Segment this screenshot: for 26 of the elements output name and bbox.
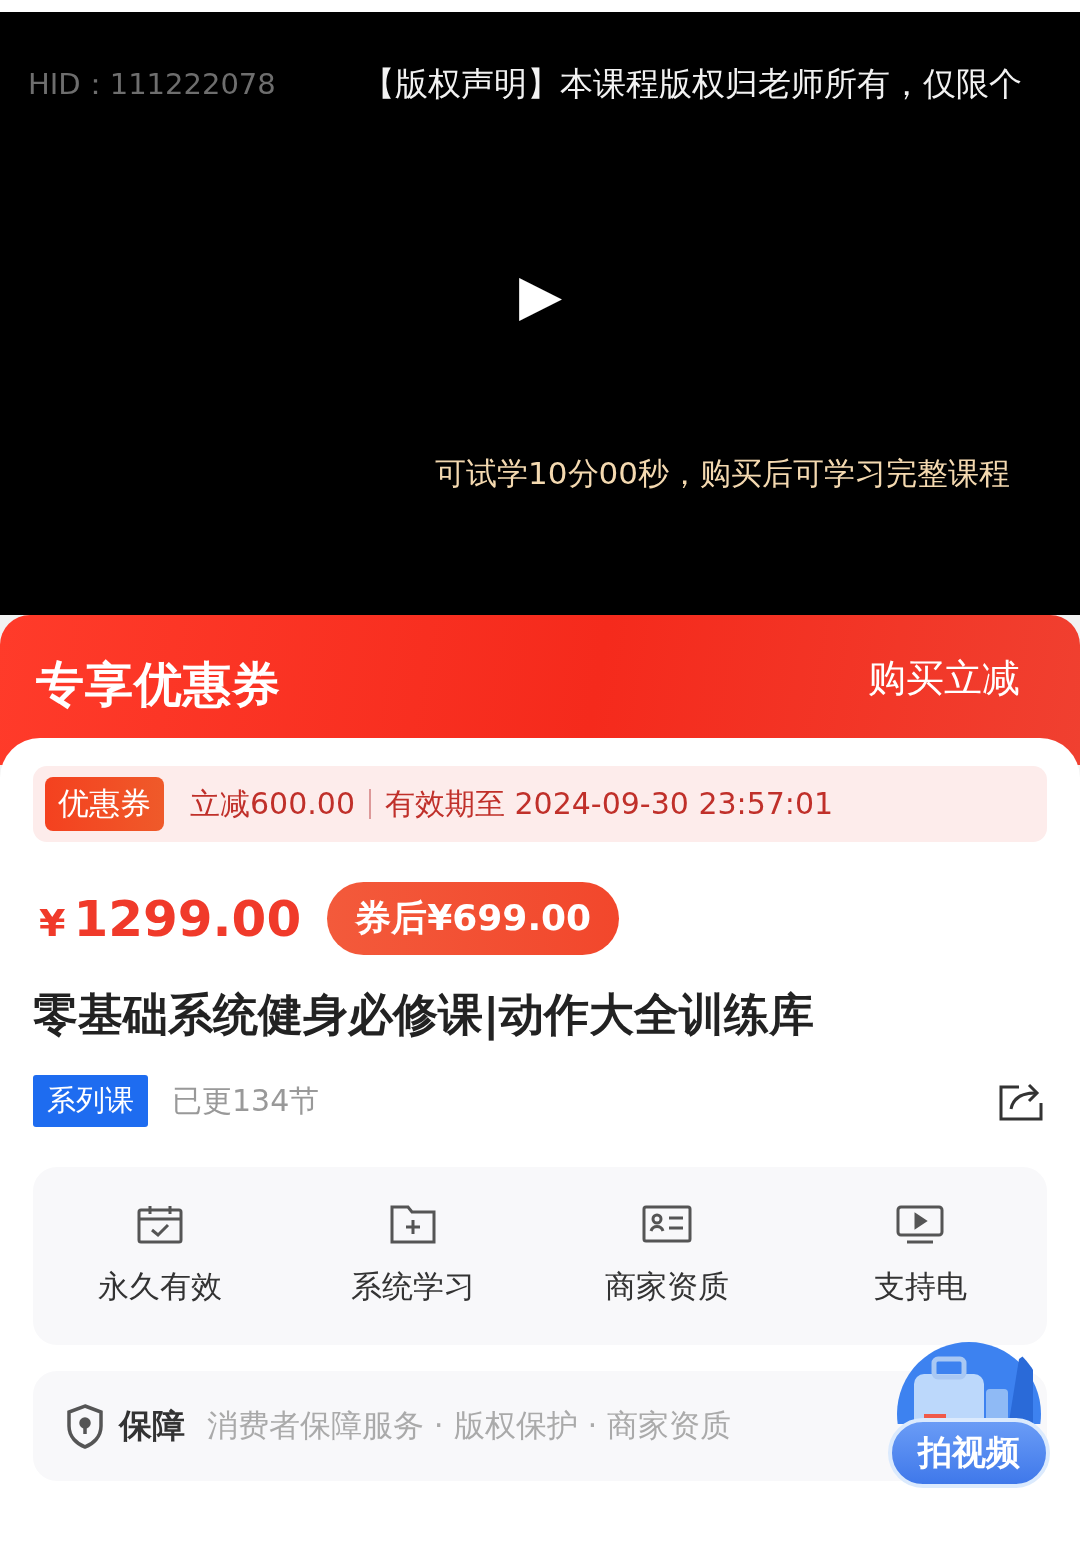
feature-label: 支持电 — [873, 1267, 967, 1306]
guarantee-label: 保障 — [119, 1404, 185, 1447]
guarantee-items: 消费者保障服务 · 版权保护 · 商家资质 — [207, 1406, 732, 1445]
feature-label: 永久有效 — [97, 1267, 222, 1306]
monitor-play-icon — [895, 1204, 946, 1244]
play-button[interactable]: ▶ — [518, 267, 562, 323]
trial-note: 可试学10分00秒，购买后可学习完整课程 — [435, 454, 1010, 493]
copyright-notice: 【版权声明】本课程版权归老师所有，仅限个 — [361, 63, 1022, 105]
folder-icon — [389, 1204, 438, 1244]
banner-action[interactable]: 购买立减 — [868, 653, 1020, 704]
price: ¥ 1299.00 — [38, 889, 302, 948]
id-card-icon — [640, 1204, 693, 1244]
coupon-validity: 有效期至 2024-09-30 23:57:01 — [385, 784, 834, 823]
series-tag: 系列课 — [33, 1075, 148, 1127]
calendar-icon — [135, 1204, 184, 1244]
feature-label: 系统学习 — [351, 1267, 476, 1306]
update-count: 已更134节 — [172, 1081, 320, 1120]
shield-icon — [65, 1403, 105, 1449]
feature-label: 商家资质 — [604, 1267, 729, 1306]
video-player[interactable]: HID：111222078 【版权声明】本课程版权归老师所有，仅限个 ▶ 可试学10分00秒，购买后可学习完整课程 — [0, 12, 1080, 615]
hid-label: HID：111222078 — [28, 65, 276, 103]
banner-title: 专享优惠券 — [36, 655, 281, 714]
coupon-tag: 优惠券 — [45, 777, 164, 831]
course-title: 零基础系统健身必修课|动作大全训练库 — [33, 987, 816, 1043]
coupon-price: 券后¥699.00 — [327, 882, 620, 955]
coupon-discount: 立减600.00 — [190, 784, 355, 823]
